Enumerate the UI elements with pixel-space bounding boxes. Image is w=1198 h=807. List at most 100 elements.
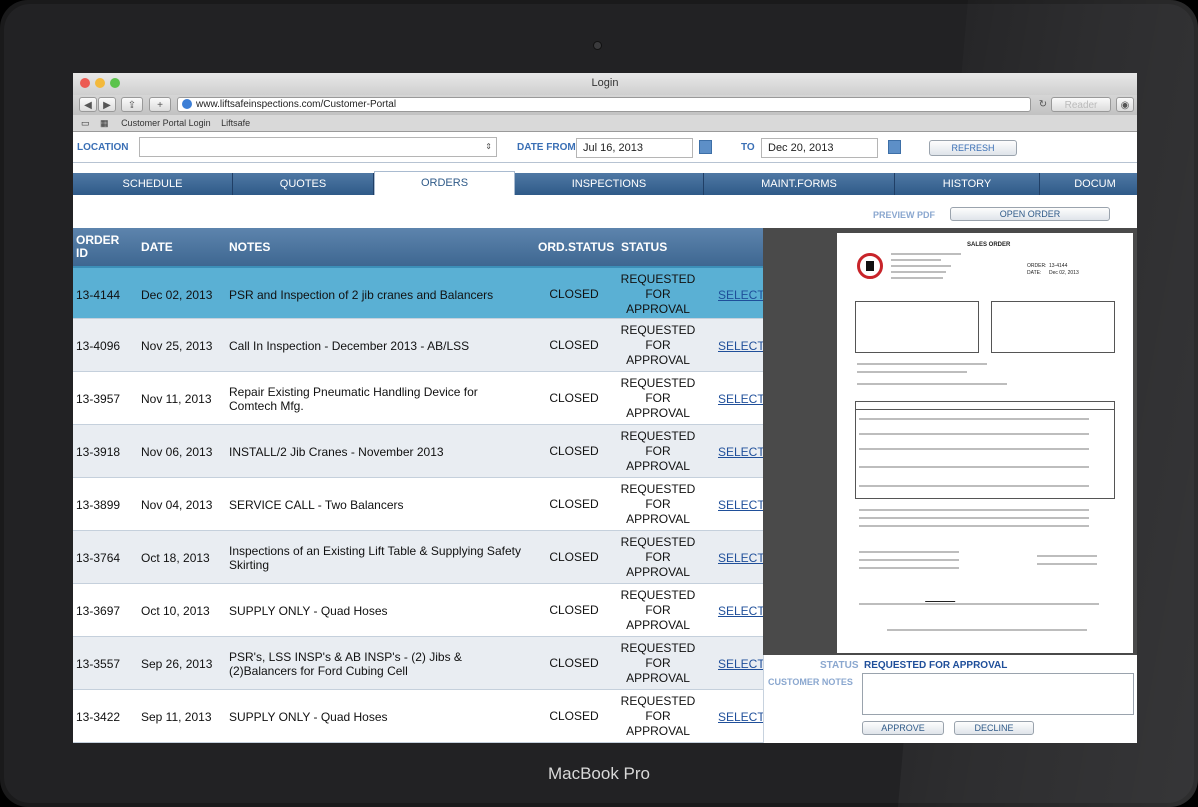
laptop-bezel: MacBook Pro Login ◀ ▶ ⇪ + www.liftsafein… [0, 0, 1198, 807]
tab-history[interactable]: HISTORY [895, 173, 1040, 195]
back-button[interactable]: ◀ [79, 97, 97, 112]
text-line [887, 629, 1087, 631]
status-cell: REQUESTED FOR APPROVAL [620, 323, 696, 367]
camera-icon [593, 41, 602, 50]
order-id-cell: 13-3899 [76, 497, 121, 512]
tab-documents[interactable]: DOCUM [1040, 173, 1137, 195]
approval-panel: STATUS REQUESTED FOR APPROVAL CUSTOMER N… [763, 655, 1137, 743]
screen: Login ◀ ▶ ⇪ + www.liftsafeinspections.co… [73, 73, 1137, 743]
window-title: Login [591, 77, 619, 89]
date-cell: Nov 25, 2013 [141, 338, 213, 353]
tab-bar: SCHEDULE QUOTES ORDERS INSPECTIONS MAINT… [73, 171, 1137, 195]
refresh-button[interactable]: REFRESH [929, 140, 1017, 156]
date-from-field[interactable]: Jul 16, 2013 [576, 138, 693, 158]
text-line [859, 551, 959, 553]
open-order-button[interactable]: OPEN ORDER [950, 207, 1110, 221]
table-row[interactable]: 13-3697 Oct 10, 2013 SUPPLY ONLY - Quad … [73, 584, 763, 637]
bookmark-item[interactable]: Liftsafe [221, 118, 250, 128]
table-row[interactable]: 13-4096 Nov 25, 2013 Call In Inspection … [73, 319, 763, 372]
pdf-preview-panel[interactable]: SALES ORDER ORDER: 13-4144 DATE: Dec 02,… [763, 228, 1137, 655]
to-label: TO [741, 142, 755, 153]
table-row[interactable]: 13-4144 Dec 02, 2013 PSR and Inspection … [73, 266, 763, 319]
text-line [859, 433, 1089, 435]
date-cell: Nov 11, 2013 [141, 391, 212, 406]
tab-orders[interactable]: ORDERS [374, 171, 515, 195]
decline-button[interactable]: DECLINE [954, 721, 1034, 735]
select-link[interactable]: SELECT [718, 372, 763, 425]
share-icon: ⇪ [127, 100, 137, 111]
order-id-cell: 13-3422 [76, 709, 121, 724]
select-link[interactable]: SELECT [718, 690, 763, 743]
table-row[interactable]: 13-3764 Oct 18, 2013 Inspections of an E… [73, 531, 763, 584]
reader-button[interactable]: Reader [1051, 97, 1111, 112]
browser-toolbar: ◀ ▶ ⇪ + www.liftsafeinspections.com/Cust… [73, 95, 1137, 115]
new-tab-button[interactable]: + [149, 97, 171, 112]
select-link[interactable]: SELECT [718, 478, 763, 531]
status-cell: REQUESTED FOR APPROVAL [620, 535, 696, 579]
share-button[interactable]: ⇪ [121, 97, 143, 112]
text-line [859, 603, 1099, 605]
text-line [859, 517, 1089, 519]
tab-maint-forms[interactable]: MAINT.FORMS [704, 173, 895, 195]
ord-status-cell: CLOSED [549, 444, 599, 458]
table-row[interactable]: 13-3557 Sep 26, 2013 PSR's, LSS INSP's &… [73, 637, 763, 690]
select-link[interactable]: SELECT [718, 531, 763, 584]
approve-button[interactable]: APPROVE [862, 721, 944, 735]
location-select[interactable]: ⇕ [139, 137, 497, 157]
header-status[interactable]: STATUS [621, 228, 711, 266]
company-logo [857, 253, 883, 279]
header-notes[interactable]: NOTES [229, 228, 529, 266]
header-ord-status[interactable]: ORD.STATUS [538, 228, 618, 266]
table-row[interactable]: 13-3422 Sep 11, 2013 SUPPLY ONLY - Quad … [73, 690, 763, 743]
customer-notes-input[interactable] [862, 673, 1134, 715]
calendar-icon[interactable] [888, 140, 901, 154]
preview-pdf-label[interactable]: PREVIEW PDF [873, 210, 935, 220]
select-link[interactable]: SELECT [718, 319, 763, 372]
table-row[interactable]: 13-3957 Nov 11, 2013 Repair Existing Pne… [73, 372, 763, 425]
status-cell: REQUESTED FOR APPROVAL [620, 429, 696, 473]
text-line [891, 253, 961, 255]
tab-quotes[interactable]: QUOTES [233, 173, 374, 195]
date-cell: Nov 04, 2013 [141, 497, 213, 512]
table-rule [855, 409, 1115, 410]
customer-notes-label: CUSTOMER NOTES [768, 677, 853, 687]
tab-inspections[interactable]: INSPECTIONS [515, 173, 704, 195]
logo-mark [866, 261, 874, 271]
device-brand-label: MacBook Pro [547, 764, 651, 783]
order-id-cell: 13-3957 [76, 391, 121, 406]
ord-status-cell: CLOSED [549, 656, 599, 670]
calendar-icon[interactable] [699, 140, 712, 154]
order-id-cell: 13-3557 [76, 656, 121, 671]
open-book-icon[interactable]: ▭ [81, 118, 90, 128]
date-cell: Dec 02, 2013 [141, 287, 213, 302]
date-to-field[interactable]: Dec 20, 2013 [761, 138, 878, 158]
text-line [891, 277, 943, 279]
text-line [859, 567, 959, 569]
select-link[interactable]: SELECT [718, 425, 763, 478]
bookmark-item[interactable]: Customer Portal Login [121, 118, 211, 128]
address-bar[interactable]: www.liftsafeinspections.com/Customer-Por… [177, 97, 1031, 112]
select-link[interactable]: SELECT [718, 584, 763, 637]
date-cell: Sep 26, 2013 [141, 656, 213, 671]
status-cell: REQUESTED FOR APPROVAL [620, 376, 696, 420]
reload-button[interactable]: ↻ [1037, 97, 1049, 112]
order-id-cell: 13-4144 [76, 287, 121, 302]
text-line [859, 559, 959, 561]
downloads-button[interactable]: ◉ [1116, 97, 1134, 112]
plus-icon: + [157, 100, 163, 111]
order-id-cell: 13-3764 [76, 550, 121, 565]
select-link[interactable]: SELECT [718, 268, 763, 321]
text-line [859, 418, 1089, 420]
url-text: www.liftsafeinspections.com/Customer-Por… [196, 99, 397, 110]
header-order-id[interactable]: ORDER ID [76, 228, 131, 266]
forward-button[interactable]: ▶ [98, 97, 116, 112]
select-link[interactable]: SELECT [718, 637, 763, 690]
header-date[interactable]: DATE [141, 228, 221, 266]
ord-status-cell: CLOSED [549, 497, 599, 511]
text-line [859, 466, 1089, 468]
table-row[interactable]: 13-3899 Nov 04, 2013 SERVICE CALL - Two … [73, 478, 763, 531]
grid-icon[interactable]: ▦ [100, 118, 109, 128]
table-row[interactable]: 13-3918 Nov 06, 2013 INSTALL/2 Jib Crane… [73, 425, 763, 478]
date-cell: Sep 11, 2013 [141, 709, 212, 724]
tab-schedule[interactable]: SCHEDULE [73, 173, 233, 195]
